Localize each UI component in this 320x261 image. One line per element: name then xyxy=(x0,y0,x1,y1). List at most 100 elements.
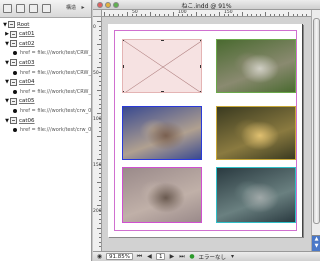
tree-attribute-row[interactable]: href = file:///work/test/CRW_ xyxy=(0,49,92,58)
scroll-thumb[interactable] xyxy=(313,18,320,224)
ruler-tick xyxy=(99,99,101,101)
tree-element-row[interactable]: ▼ cat03 xyxy=(0,58,92,67)
trash-icon[interactable] xyxy=(42,4,51,13)
structure-toolbar: 構造 ▸ xyxy=(0,0,91,18)
ruler-tick xyxy=(97,67,101,68)
selection-handle[interactable] xyxy=(161,91,164,92)
ruler-tick xyxy=(297,14,299,16)
horizontal-ruler[interactable]: 50 100 150 xyxy=(102,10,311,17)
cat-photo-2[interactable] xyxy=(122,106,202,160)
selection-handle[interactable] xyxy=(123,40,124,41)
first-page-icon[interactable]: ⏮ xyxy=(136,253,143,260)
page-field[interactable]: 1 xyxy=(155,253,166,260)
ruler-tick xyxy=(99,214,101,216)
attribute-bullet-icon xyxy=(13,128,17,133)
ruler-tick xyxy=(99,218,101,220)
selection-handle[interactable] xyxy=(200,40,201,41)
preflight-icon[interactable]: ● xyxy=(188,253,195,260)
attribute-label: href = file:///work/test/crw_0 xyxy=(20,107,92,114)
empty-graphic-frame[interactable] xyxy=(122,39,202,93)
ruler-label: 150 xyxy=(93,163,102,168)
ruler-tick xyxy=(97,21,101,22)
ruler-tick xyxy=(251,14,253,16)
ruler-tick xyxy=(99,25,101,27)
ruler-tick xyxy=(99,172,101,174)
ruler-tick xyxy=(99,76,101,78)
selection-handle[interactable] xyxy=(123,65,124,68)
cat-photo-4[interactable] xyxy=(122,167,202,223)
document-title: ねこ.indd @ 91% xyxy=(181,3,232,10)
scroll-arrows[interactable]: ▲ ▼ xyxy=(312,235,320,251)
tree-element-row[interactable]: ▶ cat01 xyxy=(0,30,92,39)
element-icon xyxy=(8,21,15,28)
ruler-tick xyxy=(292,14,294,16)
ruler-tick xyxy=(97,44,101,45)
ruler-tick xyxy=(255,14,257,16)
tree-element-row[interactable]: ▼ cat04 xyxy=(0,78,92,87)
tree-attribute-row[interactable]: href = file:///work/test/crw_0 xyxy=(0,106,92,115)
attribute-label: href = file:///work/test/CRW_ xyxy=(20,88,91,95)
ruler-tick xyxy=(99,39,101,41)
preview-icon[interactable]: ◉ xyxy=(96,253,103,260)
attribute-icon[interactable] xyxy=(16,4,25,13)
element-label: cat03 xyxy=(19,59,35,66)
ruler-tick xyxy=(159,14,161,16)
ruler-tick xyxy=(205,14,207,16)
prev-page-icon[interactable]: ◀ xyxy=(146,253,153,260)
element-label: Root xyxy=(17,21,30,28)
vertical-ruler[interactable]: 0 50 100 150 200 xyxy=(93,17,102,251)
selection-handle[interactable] xyxy=(123,91,124,92)
pasteboard xyxy=(102,17,311,251)
ruler-label: 0 xyxy=(93,25,96,30)
selection-handle[interactable] xyxy=(200,65,201,68)
ruler-tick xyxy=(99,223,101,225)
ruler-tick xyxy=(99,186,101,188)
ruler-tick xyxy=(301,14,303,16)
scroll-up-icon[interactable]: ▲ xyxy=(312,236,320,243)
element-label: cat02 xyxy=(19,40,35,47)
scroll-down-icon[interactable]: ▼ xyxy=(312,243,320,250)
ruler-tick xyxy=(99,131,101,133)
tree-element-row[interactable]: ▼ Root xyxy=(0,20,92,29)
cat-photo-3[interactable] xyxy=(216,106,296,160)
preflight-status: エラーなし xyxy=(198,254,226,261)
document-window: ねこ.indd @ 91% 50 100 150 0 50 100 150 200 ▲ ▼ … xyxy=(93,0,320,261)
ruler-label: 100 xyxy=(178,10,187,15)
ruler-tick xyxy=(99,168,101,170)
ruler-tick xyxy=(163,14,165,16)
last-page-icon[interactable]: ⏭ xyxy=(178,253,185,260)
element-icon xyxy=(10,30,17,38)
zoom-field[interactable]: 91.85% xyxy=(106,253,133,260)
tree-attribute-row[interactable]: href = file:///work/test/CRW_ xyxy=(0,68,92,77)
tree-element-row[interactable]: ▼ cat05 xyxy=(0,97,92,106)
ruler-tick xyxy=(122,14,124,16)
code-icon[interactable] xyxy=(29,4,38,13)
cat-photo-1[interactable] xyxy=(216,39,296,93)
attribute-label: href = file:///work/test/CRW_ xyxy=(20,50,91,57)
cat-photo-image xyxy=(217,168,295,222)
tree-attribute-row[interactable]: href = file:///work/test/crw_0 xyxy=(0,126,92,135)
panel-menu-icon[interactable]: ▸ xyxy=(78,3,88,13)
tree-element-row[interactable]: ▼ cat02 xyxy=(0,39,92,48)
ruler-tick xyxy=(200,14,202,16)
vertical-scrollbar[interactable]: ▲ ▼ xyxy=(311,10,320,251)
cat-photo-5[interactable] xyxy=(216,167,296,223)
ruler-tick xyxy=(269,14,271,16)
ruler-origin[interactable] xyxy=(93,10,102,17)
attribute-bullet-icon xyxy=(13,89,17,94)
ruler-label: 50 xyxy=(93,71,99,76)
ruler-tick xyxy=(173,12,174,16)
ruler-tick xyxy=(99,34,101,36)
ruler-tick xyxy=(306,14,308,16)
selection-handle[interactable] xyxy=(200,91,201,92)
tree-element-row[interactable]: ▼ cat06 xyxy=(0,116,92,125)
ruler-tick xyxy=(99,177,101,179)
preflight-menu-icon[interactable]: ▾ xyxy=(229,253,236,260)
next-page-icon[interactable]: ▶ xyxy=(168,253,175,260)
selection-handle[interactable] xyxy=(161,40,164,41)
element-label: cat01 xyxy=(19,31,35,38)
tree-attribute-row[interactable]: href = file:///work/test/CRW_ xyxy=(0,87,92,96)
ruler-tick xyxy=(242,12,243,16)
ruler-tick xyxy=(237,14,239,16)
tag-icon[interactable] xyxy=(3,4,12,13)
